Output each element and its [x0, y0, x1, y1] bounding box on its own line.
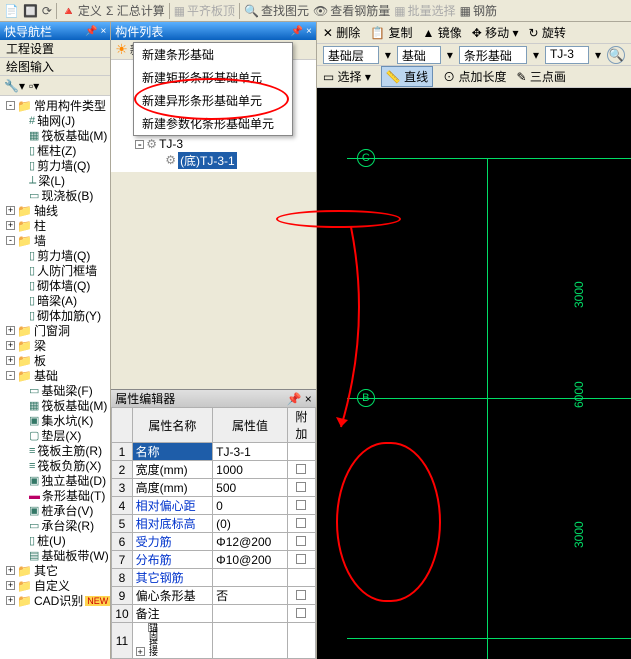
right-toolbar-1: ✕ 删除 📋 复制 ▲ 镜像 ✥ 移动 ▾ ↻ 旋转 [317, 22, 631, 44]
batch-select-btn: ▦ 批量选择 [394, 2, 455, 19]
dropdown-item-4[interactable]: 新建参数化条形基础单元 [134, 112, 292, 135]
mid-panel-header: 构件列表📌 × [111, 22, 316, 40]
axis-bubble-b: B [357, 389, 375, 407]
tree-ctrl2-icon[interactable]: ▫▾ [29, 79, 39, 93]
layer-select[interactable]: 基础层 [323, 46, 379, 64]
top-toolbar: 📄 🔲 ⟳ 🔺 定义 Σ 汇总计算 ▦ 平齐板顶 🔍 查找图元 👁 查看钢筋量 … [0, 0, 631, 22]
left-panel-header: 快导航栏📌 × [0, 22, 110, 40]
line-tool[interactable]: 📏 直线 [381, 66, 433, 87]
proj-setup-tab[interactable]: 工程设置 [0, 40, 110, 58]
dim-text-2: 6000 [572, 381, 586, 408]
new-dropdown-menu[interactable]: 新建条形基础 新建矩形条形基础单元 新建异形条形基础单元 新建参数化条形基础单元 [133, 42, 293, 136]
steel-btn[interactable]: ▦ 钢筋 [460, 2, 497, 19]
drawing-viewport[interactable]: C B 3000 6000 3000 [317, 88, 631, 659]
right-toolbar-2: 基础层▾ 基础▾ 条形基础▾ TJ-3▾ 🔍 [317, 44, 631, 66]
del-btn[interactable]: ✕ 删除 [323, 24, 360, 41]
tool-icon3[interactable]: ⟳ [42, 4, 52, 18]
dropdown-item-3[interactable]: 新建异形条形基础单元 [134, 89, 292, 112]
sum-btn[interactable]: Σ 汇总计算 [106, 2, 165, 19]
component-tree[interactable]: -📁常用构件类型 #轴网(J) ▦筏板基础(M) ▯框柱(Z) ▯剪力墙(Q) … [0, 96, 110, 659]
copy-btn[interactable]: 📋 复制 [370, 24, 412, 41]
tool-icon2[interactable]: 🔲 [23, 4, 38, 18]
find-elem-btn[interactable]: 🔍 查找图元 [244, 2, 309, 19]
right-toolbar-3: ▭ 选择 ▾ 📏 直线 ⊙ 点加长度 ✎ 三点画 [317, 66, 631, 88]
define-btn[interactable]: 🔺 定义 [61, 2, 102, 19]
rotate-btn[interactable]: ↻ 旋转 [529, 24, 566, 41]
dropdown-item-1[interactable]: 新建条形基础 [134, 43, 292, 66]
draw-input-tab[interactable]: 绘图输入 [0, 58, 110, 76]
view-rebar-btn[interactable]: 👁 查看钢筋量 [313, 2, 390, 19]
axis-bubble-c: C [357, 149, 375, 167]
property-table[interactable]: 属性名称属性值附加 1名称TJ-3-1 2宽度(mm)1000 3高度(mm)5… [111, 407, 316, 659]
mid-pin-icon[interactable]: 📌 × [291, 26, 312, 37]
tree-ctrl-icon[interactable]: 🔧▾ [4, 79, 25, 93]
inst-select[interactable]: TJ-3 [545, 46, 589, 64]
move-btn[interactable]: ✥ 移动 ▾ [472, 24, 519, 41]
prop-header: 属性编辑器📌 × [111, 389, 316, 407]
pin-icon[interactable]: 📌 × [85, 26, 106, 37]
threept-tool[interactable]: ✎ 三点画 [517, 68, 566, 85]
tool-icon1[interactable]: 📄 [4, 4, 19, 18]
type-select[interactable]: 条形基础 [459, 46, 527, 64]
search-icon[interactable]: 🔍 [607, 46, 625, 64]
prop-close-icon[interactable]: 📌 × [287, 392, 312, 406]
selected-tree-item: (底)TJ-3-1 [178, 152, 237, 169]
dropdown-item-2[interactable]: 新建矩形条形基础单元 [134, 66, 292, 89]
align-btn: ▦ 平齐板顶 [174, 2, 235, 19]
cat-select[interactable]: 基础 [397, 46, 441, 64]
mirror-btn[interactable]: ▲ 镜像 [423, 24, 462, 41]
select-tool[interactable]: ▭ 选择 ▾ [323, 68, 371, 85]
dim-text-1: 3000 [572, 281, 586, 308]
dot-tool[interactable]: ⊙ 点加长度 [443, 68, 506, 85]
dim-text-3: 3000 [572, 521, 586, 548]
